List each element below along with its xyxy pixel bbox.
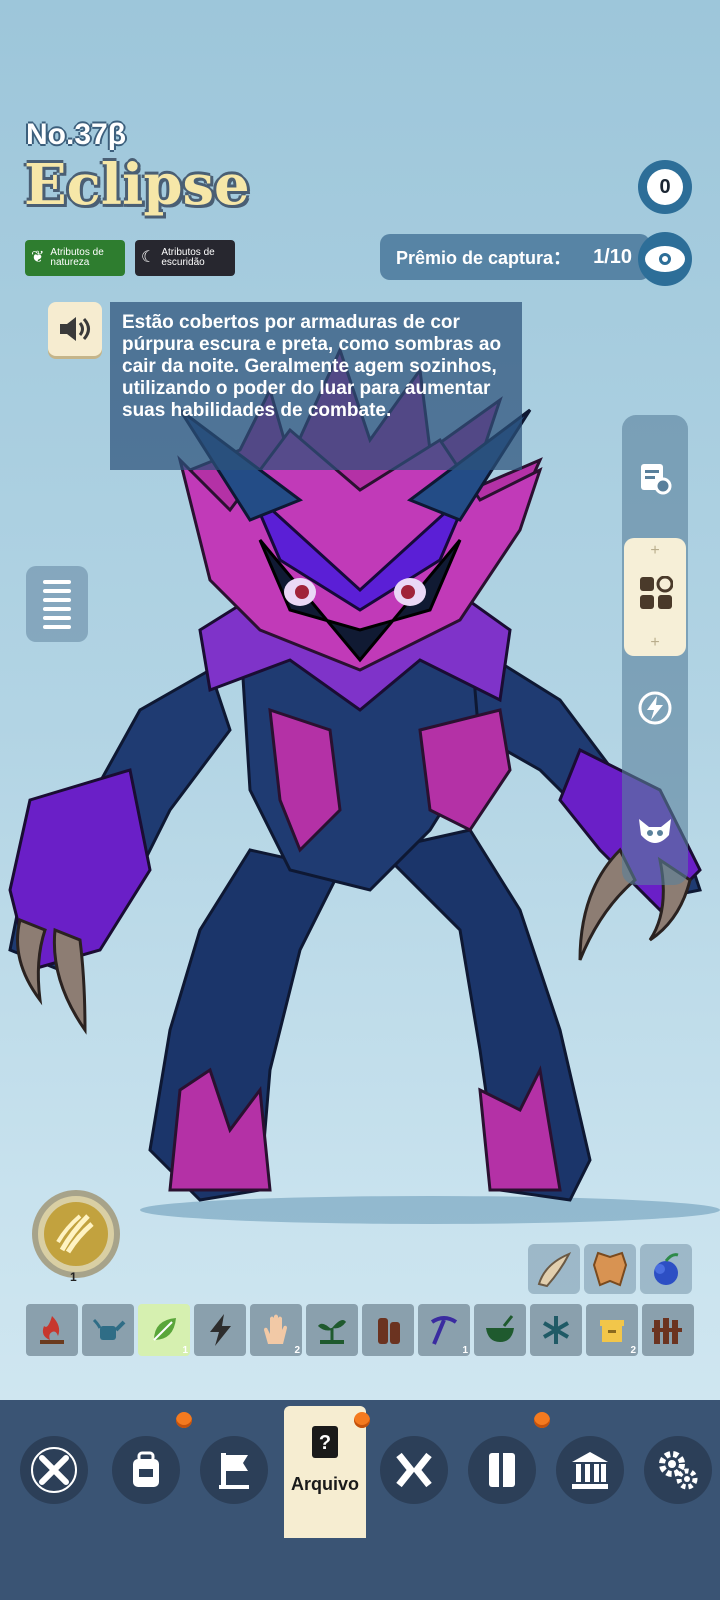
grid-icon: [639, 575, 674, 615]
claw-icon: [44, 1202, 108, 1266]
tech-icon[interactable]: [380, 1436, 448, 1504]
lightning-icon[interactable]: [622, 675, 688, 741]
dark-attribute-badge: ☾ Atributos de escuridão: [135, 240, 235, 276]
settings-icon[interactable]: [644, 1436, 712, 1504]
book-icon[interactable]: [468, 1436, 536, 1504]
svg-text:?: ?: [319, 1432, 331, 1454]
heart-counter[interactable]: 0: [638, 160, 692, 214]
capture-prize-label: Prêmio de captura：: [396, 248, 572, 268]
pickaxe-icon[interactable]: 1: [418, 1304, 470, 1356]
fire-icon[interactable]: [26, 1304, 78, 1356]
creature-description: Estão cobertos por armaduras de cor púrp…: [110, 302, 522, 470]
leather-icon[interactable]: [584, 1244, 636, 1294]
watering-icon[interactable]: [82, 1304, 134, 1356]
capture-prize: Prêmio de captura： 1/10: [380, 234, 650, 280]
creature-number: No.37β: [26, 118, 127, 151]
museum-icon[interactable]: [556, 1436, 624, 1504]
box-icon[interactable]: 2: [586, 1304, 638, 1356]
work-count: 1: [462, 1345, 468, 1356]
snowflake-icon[interactable]: [530, 1304, 582, 1356]
creature-name: Eclipse: [24, 152, 250, 218]
leaf-icon: ❦: [31, 249, 45, 266]
flag-icon[interactable]: [200, 1436, 268, 1504]
creature-face-icon[interactable]: [622, 800, 688, 866]
notification-dot: [354, 1412, 370, 1428]
work-count: 2: [294, 1345, 300, 1356]
nature-attribute-badge: ❦ Atributos de natureza: [25, 240, 125, 276]
fence-icon[interactable]: [642, 1304, 694, 1356]
capture-eye-icon[interactable]: [638, 232, 692, 286]
leaf-plant-icon[interactable]: 1: [138, 1304, 190, 1356]
close-icon[interactable]: [20, 1436, 88, 1504]
horn-icon[interactable]: [528, 1244, 580, 1294]
notification-dot: [176, 1412, 192, 1428]
backpack-icon[interactable]: [112, 1436, 180, 1504]
partner-skill-button[interactable]: [32, 1190, 120, 1278]
lumber-icon[interactable]: [362, 1304, 414, 1356]
archive-icon: ?: [312, 1426, 338, 1458]
hand-icon[interactable]: 2: [250, 1304, 302, 1356]
notification-dot: [534, 1412, 550, 1428]
skill-level: 1: [70, 1270, 77, 1284]
blue-fruit-icon[interactable]: [640, 1244, 692, 1294]
medicine-bowl-icon[interactable]: [474, 1304, 526, 1356]
list-menu-button[interactable]: [26, 566, 88, 642]
electric-icon[interactable]: [194, 1304, 246, 1356]
heart-count: 0: [659, 175, 671, 198]
grid-tab-selected[interactable]: + +: [624, 538, 686, 656]
nature-attribute-label: Atributos de natureza: [50, 247, 104, 268]
sprout-icon[interactable]: [306, 1304, 358, 1356]
work-count: 2: [630, 1345, 636, 1356]
moon-icon: ☾: [141, 249, 156, 266]
tab-archive-label: Arquivo: [290, 1474, 359, 1494]
notes-gear-icon[interactable]: [622, 445, 688, 511]
work-count: 1: [182, 1345, 188, 1356]
capture-prize-value: 1/10: [593, 245, 632, 268]
dark-attribute-label: Atributos de escuridão: [161, 247, 215, 268]
heart-icon: 0: [647, 169, 683, 205]
